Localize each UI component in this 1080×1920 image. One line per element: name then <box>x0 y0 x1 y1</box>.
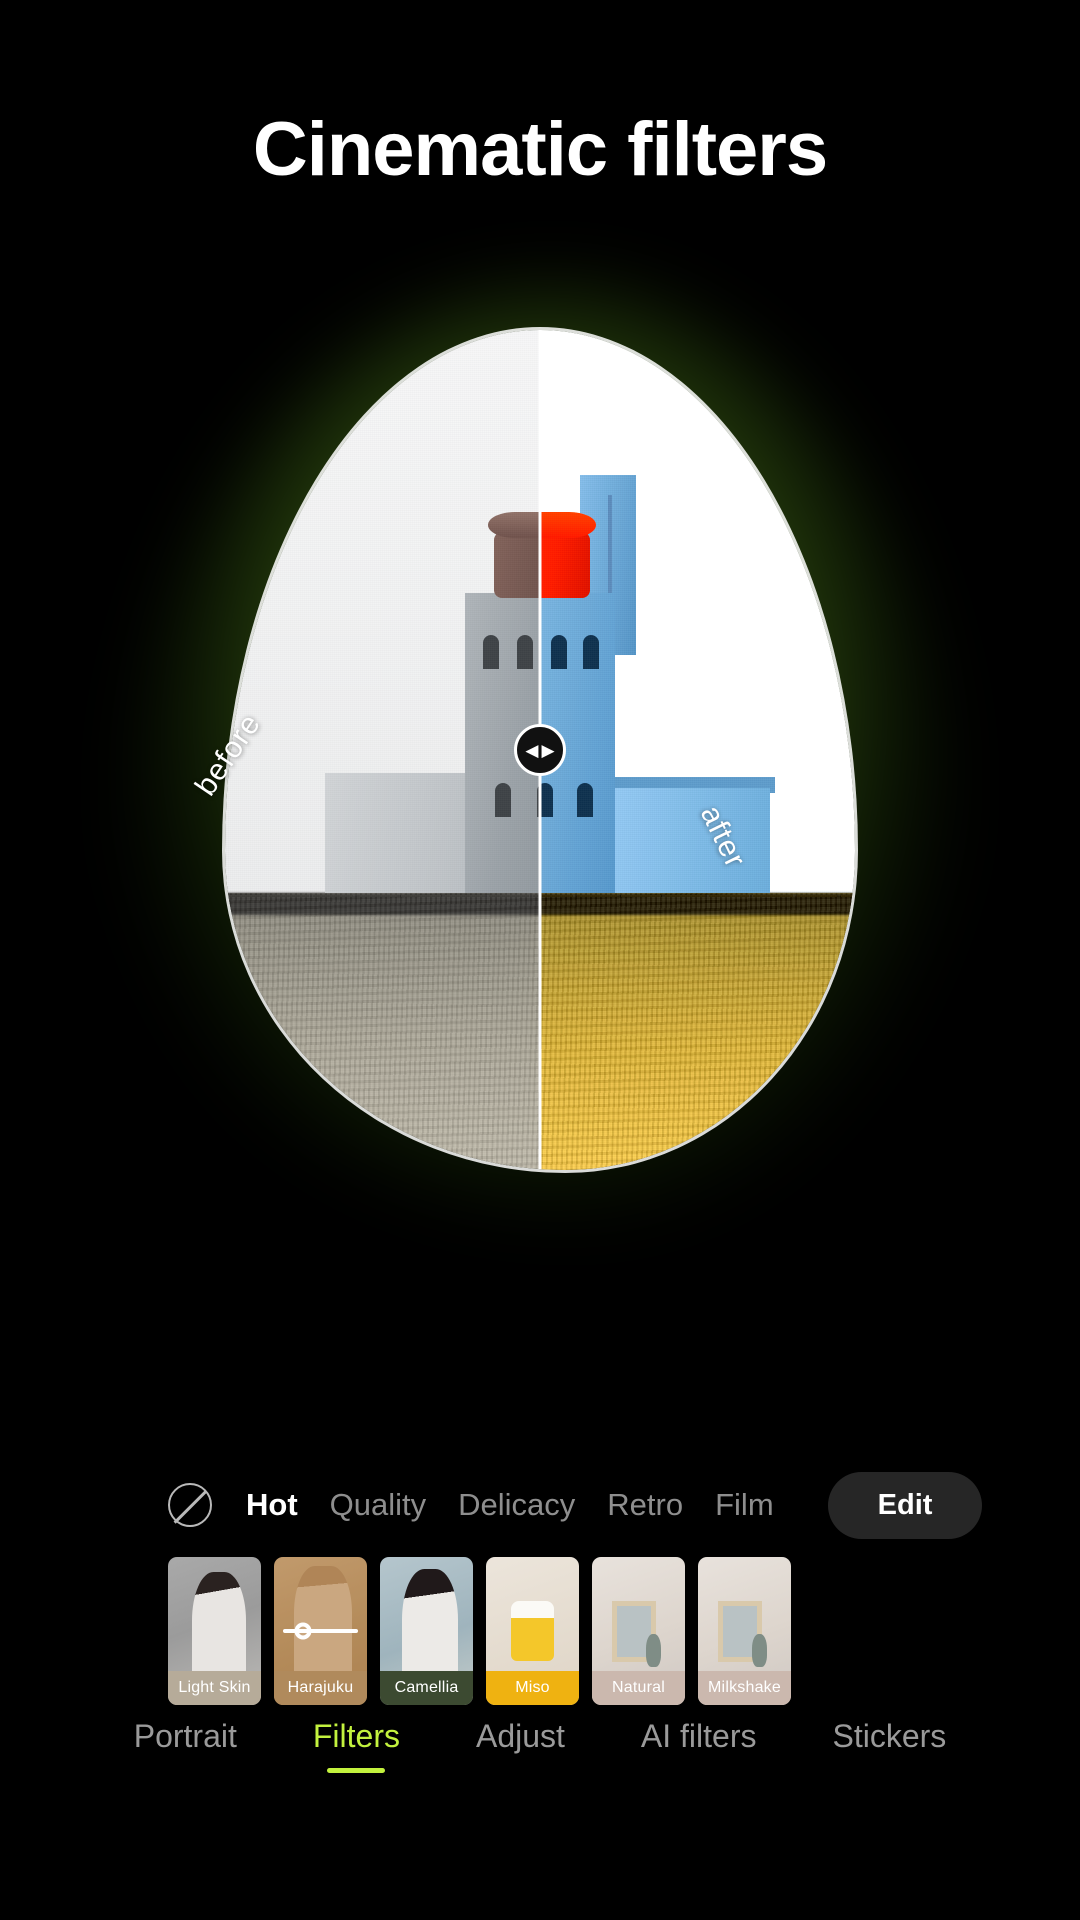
header: Cinematic filters <box>0 0 1080 300</box>
filter-label: Light Skin <box>168 1671 261 1705</box>
category-film[interactable]: Film <box>715 1487 774 1523</box>
nav-item-filters[interactable]: Filters <box>275 1718 438 1773</box>
page-title: Cinematic filters <box>252 107 828 192</box>
fence <box>540 894 855 897</box>
nav-item-adjust[interactable]: Adjust <box>438 1718 603 1755</box>
filter-thumb-light-skin[interactable]: Light Skin <box>168 1557 261 1705</box>
scene-before <box>225 330 540 1170</box>
intensity-slider[interactable] <box>283 1621 358 1641</box>
category-delicacy[interactable]: Delicacy <box>458 1487 575 1523</box>
filter-thumb-miso[interactable]: Miso <box>486 1557 579 1705</box>
filter-thumb-natural[interactable]: Natural <box>592 1557 685 1705</box>
filter-label: Miso <box>486 1671 579 1705</box>
filter-label: Harajuku <box>274 1671 367 1705</box>
compare-drag-handle[interactable]: ◀ ▶ <box>514 724 566 776</box>
grass-field <box>540 892 855 1170</box>
grass-field <box>225 892 540 1170</box>
filter-category-row: Hot Quality Delicacy Retro Film Edit <box>0 1471 1080 1539</box>
category-retro[interactable]: Retro <box>607 1487 683 1523</box>
preview-stage: ◀ ▶ before after <box>0 285 1080 1215</box>
lantern-drum-top <box>488 511 540 538</box>
nav-label: AI filters <box>640 1718 757 1754</box>
nav-label: Stickers <box>832 1718 947 1754</box>
fence <box>225 894 540 897</box>
after-half <box>540 330 855 1170</box>
chevron-right-icon: ▶ <box>541 740 555 760</box>
bottom-nav: Portrait Filters Adjust AI filters Stick… <box>0 1718 1080 1810</box>
filter-label: Milkshake <box>698 1671 791 1705</box>
scene-after <box>540 330 855 1170</box>
nav-label: Portrait <box>133 1718 237 1754</box>
building-right <box>595 787 770 893</box>
nav-item-stickers[interactable]: Stickers <box>794 1718 984 1755</box>
filter-thumbnail-list: Light Skin Harajuku Camellia Miso Natura… <box>0 1557 1080 1707</box>
no-filter-icon[interactable] <box>168 1483 212 1527</box>
category-quality[interactable]: Quality <box>330 1487 426 1523</box>
active-indicator <box>327 1768 386 1773</box>
filter-thumb-harajuku[interactable]: Harajuku <box>274 1557 367 1705</box>
filter-thumb-milkshake[interactable]: Milkshake <box>698 1557 791 1705</box>
filter-label: Natural <box>592 1671 685 1705</box>
filter-label: Camellia <box>380 1671 473 1705</box>
before-half <box>225 330 540 1170</box>
slider-knob[interactable] <box>294 1622 311 1640</box>
lantern-drum-top <box>540 511 596 538</box>
chevron-left-icon: ◀ <box>525 740 539 760</box>
lantern-drum <box>540 531 590 598</box>
nav-label: Adjust <box>475 1718 565 1754</box>
nav-item-portrait[interactable]: Portrait <box>96 1718 275 1755</box>
lantern-drum <box>494 531 540 598</box>
nav-label: Filters <box>312 1718 400 1754</box>
filter-thumb-camellia[interactable]: Camellia <box>380 1557 473 1705</box>
building-left <box>325 772 485 893</box>
category-hot[interactable]: Hot <box>246 1487 298 1523</box>
nav-item-ai-filters[interactable]: AI filters <box>603 1718 795 1755</box>
edit-button[interactable]: Edit <box>827 1471 983 1539</box>
before-after-preview[interactable]: ◀ ▶ <box>225 330 855 1170</box>
